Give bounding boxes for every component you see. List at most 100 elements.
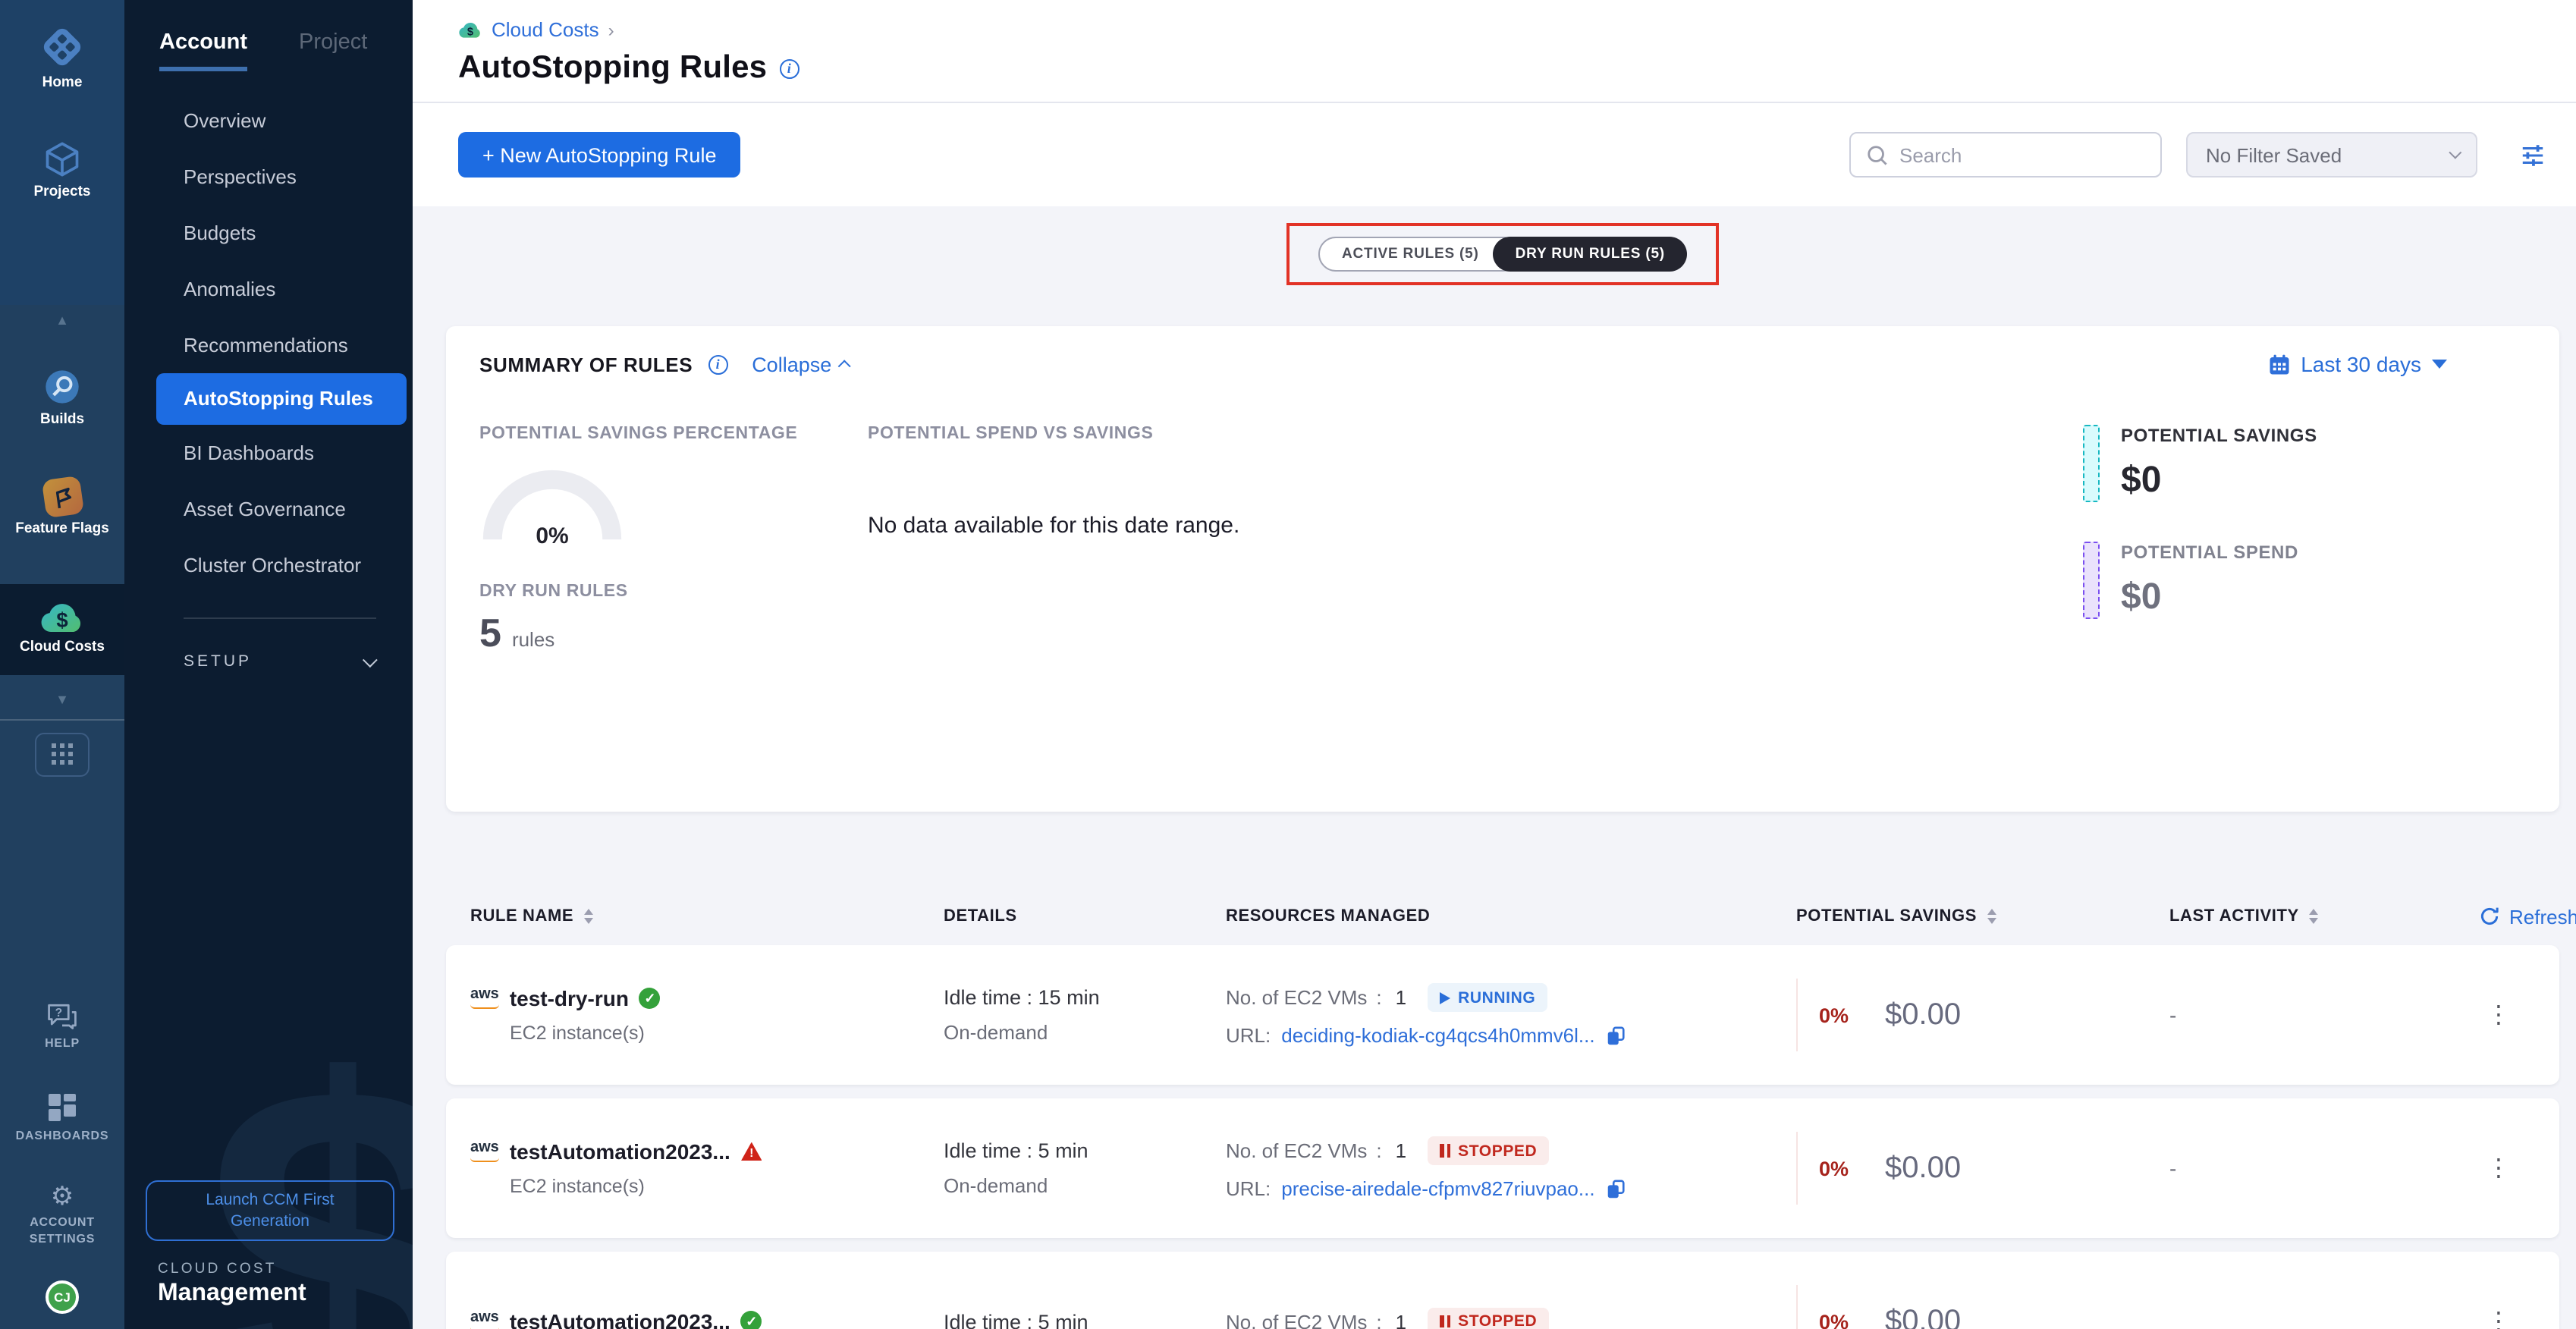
- scroll-down-icon[interactable]: ▼: [0, 693, 124, 707]
- potential-savings-kpi: POTENTIAL SAVINGS $0: [2083, 425, 2526, 502]
- breadcrumb-link-cloud-costs[interactable]: Cloud Costs: [492, 18, 599, 41]
- copy-icon[interactable]: [1606, 1178, 1627, 1199]
- title-info-icon[interactable]: i: [779, 58, 799, 78]
- search-icon: [1866, 143, 1889, 166]
- main-panel: $ Cloud Costs › AutoStopping Rules i + N…: [413, 0, 2576, 1329]
- cell-resources: No. of EC2 VMs : 1 RUNNING URL: deciding…: [1226, 983, 1796, 1047]
- rules-table-header: RULE NAME DETAILS RESOURCES MANAGED POTE…: [446, 900, 2559, 933]
- cell-last-activity: -: [2169, 1003, 2479, 1027]
- help-chat-icon: ?: [46, 1002, 79, 1031]
- saved-filter-dropdown[interactable]: No Filter Saved: [2186, 132, 2477, 178]
- spend-vs-savings-label: POTENTIAL SPEND VS SAVINGS: [868, 425, 2083, 443]
- module-picker-button[interactable]: [35, 733, 90, 777]
- rule-name[interactable]: test-dry-run: [510, 986, 629, 1010]
- rules-tabs-row: ACTIVE RULES (5) DRY RUN RULES (5): [446, 223, 2559, 285]
- vm-count-label: No. of EC2 VMs: [1226, 1310, 1367, 1329]
- table-row[interactable]: aws test-dry-run ✓ EC2 instance(s) Idle …: [446, 945, 2559, 1085]
- rail-item-label: HELP: [45, 1037, 80, 1053]
- column-details: DETAILS: [944, 907, 1226, 925]
- no-data-message: No data available for this date range.: [868, 513, 2083, 539]
- rail-item-dashboards[interactable]: DASHBOARDS: [0, 1092, 124, 1145]
- rule-type: EC2 instance(s): [510, 1176, 944, 1197]
- filter-panel-button[interactable]: [2520, 142, 2546, 168]
- cell-resources: No. of EC2 VMs : 1 STOPPED: [1226, 1307, 1796, 1329]
- collapse-toggle[interactable]: Collapse: [752, 353, 851, 375]
- warning-triangle-icon: [741, 1142, 762, 1161]
- rail-item-feature-flags[interactable]: Feature Flags: [0, 478, 124, 539]
- sidebar-bottom: Launch CCM First Generation CLOUD COST M…: [146, 1180, 394, 1308]
- column-label: LAST ACTIVITY: [2169, 907, 2299, 925]
- sidebar-item-overview[interactable]: Overview: [124, 93, 413, 149]
- rail-item-account-settings[interactable]: ⚙ ACCOUNT SETTINGS: [0, 1183, 124, 1247]
- sidebar-setup-toggle[interactable]: SETUP: [124, 619, 413, 671]
- vm-count-label: No. of EC2 VMs: [1226, 986, 1367, 1009]
- sort-arrows-icon: [1987, 909, 1996, 924]
- cell-rule-name: aws testAutomation2023... EC2 instance(s…: [470, 1139, 944, 1197]
- rail-item-builds[interactable]: Builds: [0, 367, 124, 429]
- sidebar-item-perspectives[interactable]: Perspectives: [124, 149, 413, 205]
- column-potential-savings[interactable]: POTENTIAL SAVINGS: [1796, 907, 2169, 925]
- dry-run-count: 5: [479, 610, 501, 657]
- refresh-button[interactable]: Refresh: [2479, 905, 2576, 928]
- sidebar-item-anomalies[interactable]: Anomalies: [124, 261, 413, 317]
- scroll-up-icon[interactable]: ▲: [0, 314, 124, 328]
- rail-item-cloud-costs-selected[interactable]: $ Cloud Costs: [0, 584, 124, 675]
- tab-dry-run-rules[interactable]: DRY RUN RULES (5): [1493, 237, 1688, 272]
- search-box: [1849, 132, 2162, 178]
- table-row[interactable]: aws testAutomation2023... EC2 instance(s…: [446, 1098, 2559, 1238]
- annotation-red-box: ACTIVE RULES (5) DRY RUN RULES (5): [1286, 223, 1720, 285]
- kebab-menu-icon[interactable]: ⋮: [2486, 1309, 2511, 1329]
- tab-active-rules[interactable]: ACTIVE RULES (5): [1318, 237, 1520, 272]
- sidebar-item-bi-dashboards[interactable]: BI Dashboards: [124, 425, 413, 481]
- rules-table-body: aws test-dry-run ✓ EC2 instance(s) Idle …: [446, 945, 2559, 1329]
- rule-url-link[interactable]: precise-airedale-cfpmv827riuvpao...: [1281, 1177, 1594, 1200]
- tab-account[interactable]: Account: [159, 30, 247, 71]
- rail-item-projects[interactable]: Projects: [0, 140, 124, 202]
- toolbar: + New AutoStopping Rule No Filter Saved: [413, 103, 2576, 206]
- chevron-down-icon: [2449, 146, 2461, 159]
- rail-item-home[interactable]: Home: [0, 24, 124, 93]
- status-label: RUNNING: [1458, 988, 1535, 1007]
- url-label: URL:: [1226, 1024, 1271, 1047]
- rail-item-help[interactable]: ? HELP: [0, 1002, 124, 1053]
- status-label: STOPPED: [1458, 1142, 1537, 1160]
- tab-project[interactable]: Project: [299, 30, 367, 71]
- feature-flags-icon: [41, 476, 83, 518]
- svg-text:$: $: [56, 608, 68, 631]
- nav-rail-top: Home Projects: [0, 0, 124, 305]
- rule-url-link[interactable]: deciding-kodiak-cg4qcs4h0mmv6l...: [1281, 1024, 1594, 1047]
- table-row[interactable]: aws testAutomation2023... ✓ Idle time : …: [446, 1252, 2559, 1329]
- rail-item-label: Builds: [40, 413, 84, 429]
- sidebar-item-asset-governance[interactable]: Asset Governance: [124, 481, 413, 537]
- search-input[interactable]: [1899, 143, 2145, 166]
- avatar[interactable]: CJ: [46, 1280, 79, 1314]
- sidebar-item-autostopping-rules[interactable]: AutoStopping Rules: [156, 373, 407, 425]
- rail-divider: [0, 719, 124, 721]
- vm-count-label: No. of EC2 VMs: [1226, 1139, 1367, 1162]
- kebab-menu-icon[interactable]: ⋮: [2486, 1156, 2511, 1180]
- date-range-dropdown[interactable]: Last 30 days: [2267, 352, 2447, 376]
- potential-savings-value: $0: [2121, 460, 2317, 502]
- rule-name[interactable]: testAutomation2023...: [510, 1309, 730, 1329]
- sidebar-item-cluster-orchestrator[interactable]: Cluster Orchestrator: [124, 537, 413, 593]
- user-avatar-wrap: CJ: [0, 1280, 124, 1314]
- rule-name[interactable]: testAutomation2023...: [510, 1139, 730, 1164]
- launch-ccm-first-gen-button[interactable]: Launch CCM First Generation: [146, 1180, 394, 1241]
- sidebar-item-budgets[interactable]: Budgets: [124, 205, 413, 261]
- copy-icon[interactable]: [1606, 1025, 1627, 1046]
- vm-count: 1: [1396, 1310, 1406, 1329]
- url-label: URL:: [1226, 1177, 1271, 1200]
- aws-icon: aws: [470, 1311, 499, 1329]
- savings-amount: $0.00: [1885, 998, 1961, 1032]
- gauge-value: 0%: [536, 523, 568, 549]
- column-last-activity[interactable]: LAST ACTIVITY: [2169, 907, 2479, 925]
- summary-info-icon[interactable]: i: [708, 354, 727, 374]
- kebab-menu-icon[interactable]: ⋮: [2486, 1003, 2511, 1027]
- kpi-block: POTENTIAL SAVINGS $0 POTENTIAL SPEND $0: [2083, 425, 2526, 657]
- new-autostopping-rule-button[interactable]: + New AutoStopping Rule: [458, 132, 740, 178]
- sidebar-item-recommendations[interactable]: Recommendations: [124, 317, 413, 373]
- column-rule-name[interactable]: RULE NAME: [470, 907, 944, 925]
- savings-percentage-label: POTENTIAL SAVINGS PERCENTAGE: [479, 425, 868, 443]
- projects-cube-icon: [42, 140, 82, 179]
- dry-run-unit: rules: [512, 628, 554, 651]
